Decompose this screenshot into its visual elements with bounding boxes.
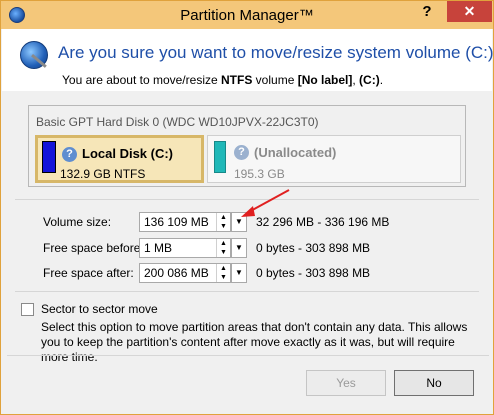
dialog-subtitle: You are about to move/resize NTFS volume… — [62, 73, 383, 87]
spin-down-icon[interactable]: ▼ — [217, 248, 230, 257]
red-arrow-icon — [241, 189, 290, 217]
free-before-label: Free space before: — [43, 241, 144, 255]
divider — [7, 355, 489, 356]
partition-name: Local Disk (C:) — [82, 146, 174, 161]
no-button[interactable]: No — [394, 370, 474, 396]
subtitle-mid: volume — [252, 73, 298, 87]
close-button[interactable]: ✕ — [447, 1, 492, 22]
spin-down-icon[interactable]: ▼ — [217, 222, 230, 231]
volume-size-input[interactable]: 136 109 MB ▲ ▼ — [139, 212, 231, 232]
free-after-value: 200 086 MB — [144, 266, 209, 280]
partition-size: 195.3 GB — [234, 167, 285, 181]
partition-local-disk-c[interactable]: ? Local Disk (C:) 132.9 GB NTFS — [35, 135, 204, 183]
yes-button[interactable]: Yes — [306, 370, 386, 396]
free-before-row: Free space before: 1 MB ▲ ▼ ▼ 0 bytes - … — [1, 238, 494, 258]
partition-size: 132.9 GB NTFS — [60, 167, 146, 181]
subtitle-prefix: You are about to move/resize — [62, 73, 221, 87]
partition-name: (Unallocated) — [254, 145, 337, 160]
question-icon: ? — [234, 145, 249, 160]
volume-size-value: 136 109 MB — [144, 215, 209, 229]
subtitle-fs: NTFS — [221, 73, 253, 87]
help-button[interactable]: ? — [409, 1, 445, 23]
disk-title: Basic GPT Hard Disk 0 (WDC WD10JPVX-22JC… — [36, 115, 319, 129]
free-before-value: 1 MB — [144, 241, 173, 255]
spin-down-icon[interactable]: ▼ — [217, 273, 230, 282]
free-before-unit-dropdown[interactable]: ▼ — [231, 238, 247, 258]
subtitle-drive: (C:) — [359, 73, 380, 87]
spin-up-icon[interactable]: ▲ — [217, 213, 230, 222]
partition-color-bar — [42, 141, 56, 173]
free-after-unit-dropdown[interactable]: ▼ — [231, 263, 247, 283]
free-after-row: Free space after: 200 086 MB ▲ ▼ ▼ 0 byt… — [1, 263, 494, 283]
spin-up-icon[interactable]: ▲ — [217, 264, 230, 273]
free-after-label: Free space after: — [43, 266, 134, 280]
volume-size-spinner[interactable]: ▲ ▼ — [216, 213, 230, 231]
partition-unallocated[interactable]: ? (Unallocated) 195.3 GB — [207, 135, 461, 183]
subtitle-end: . — [379, 73, 384, 87]
partition-manager-dialog: Partition Manager™ ? ✕ Are you sure you … — [0, 0, 494, 415]
disk-map: Basic GPT Hard Disk 0 (WDC WD10JPVX-22JC… — [28, 105, 466, 187]
spin-up-icon[interactable]: ▲ — [217, 239, 230, 248]
free-after-range: 0 bytes - 303 898 MB — [256, 266, 371, 280]
volume-size-label: Volume size: — [43, 215, 112, 229]
sector-to-sector-label[interactable]: Sector to sector move — [41, 302, 158, 316]
sector-to-sector-checkbox[interactable] — [21, 303, 34, 316]
free-before-input[interactable]: 1 MB ▲ ▼ — [139, 238, 231, 258]
free-after-spinner[interactable]: ▲ ▼ — [216, 264, 230, 282]
title-bar: Partition Manager™ ? ✕ — [1, 1, 493, 29]
question-icon: ? — [62, 147, 77, 162]
divider — [15, 291, 479, 292]
dialog-header: Are you sure you want to move/resize sys… — [2, 29, 494, 91]
free-before-range: 0 bytes - 303 898 MB — [256, 241, 371, 255]
free-before-spinner[interactable]: ▲ ▼ — [216, 239, 230, 257]
partition-color-bar — [214, 141, 226, 173]
free-after-input[interactable]: 200 086 MB ▲ ▼ — [139, 263, 231, 283]
dialog-question: Are you sure you want to move/resize sys… — [58, 43, 494, 62]
globe-icon — [20, 41, 48, 69]
sector-to-sector-description: Select this option to move partition are… — [41, 320, 468, 364]
subtitle-label: [No label] — [297, 73, 353, 87]
